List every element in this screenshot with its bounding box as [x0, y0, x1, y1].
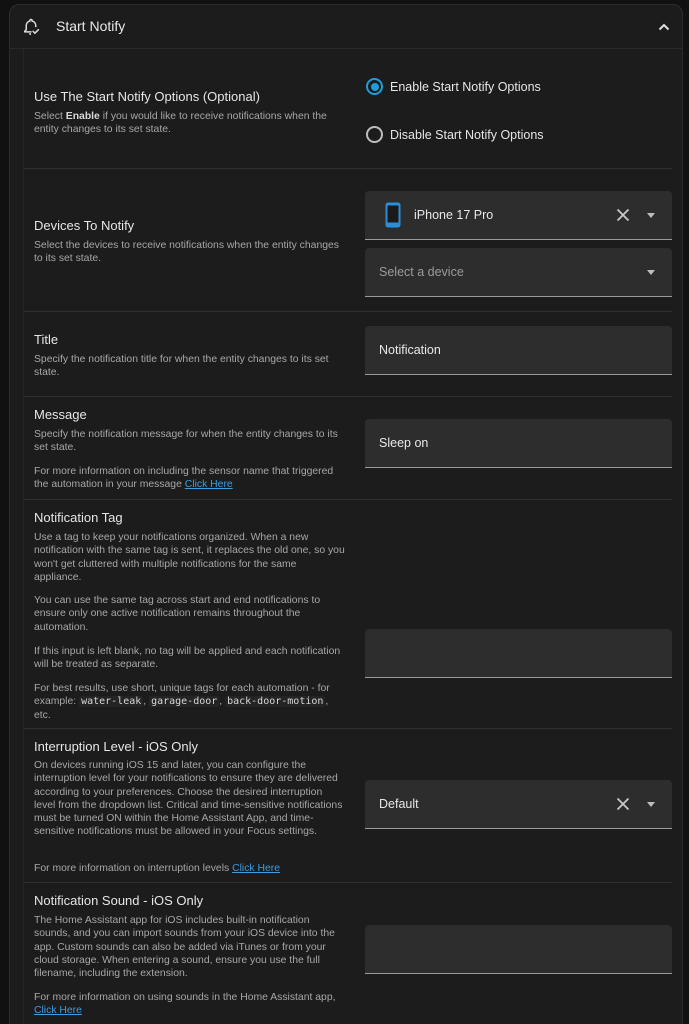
message-description: Specify the notification message for whe…	[34, 429, 338, 454]
section-header[interactable]: Start Notify	[10, 5, 682, 49]
tag-label: Notification Tag	[34, 510, 123, 525]
device-select-selected[interactable]: iPhone 17 Pro	[365, 191, 672, 240]
close-icon[interactable]	[616, 797, 630, 811]
section-title: Start Notify	[56, 18, 126, 34]
bell-check-icon	[24, 18, 40, 36]
title-input-value: Notification	[379, 343, 441, 357]
menu-down-icon[interactable]	[647, 270, 655, 275]
title-input[interactable]: Notification	[365, 326, 672, 375]
message-click-here-link[interactable]: Click Here	[185, 479, 233, 490]
interruption-label: Interruption Level - iOS Only	[34, 739, 199, 754]
chevron-up-icon[interactable]	[657, 20, 671, 34]
interruption-level-select[interactable]: Default	[365, 780, 672, 829]
tag-description-4: For best results, use short, unique tags…	[34, 683, 330, 721]
tag-description-3: If this input is left blank, no tag will…	[34, 646, 341, 671]
interruption-info: For more information on interruption lev…	[34, 863, 281, 874]
interruption-row: Interruption Level - iOS Only On devices…	[24, 729, 672, 883]
title-description: Specify the notification title for when …	[34, 354, 329, 379]
tag-row: Notification Tag Use a tag to keep your …	[24, 500, 672, 729]
section-content: Use The Start Notify Options (Optional) …	[23, 49, 672, 1024]
devices-row: Devices To Notify Select the devices to …	[24, 169, 672, 312]
title-row: Title Specify the notification title for…	[24, 312, 672, 397]
device-select-placeholder: Select a device	[379, 265, 464, 279]
devices-label: Devices To Notify	[34, 218, 135, 233]
start-notify-row: Use The Start Notify Options (Optional) …	[24, 49, 672, 169]
sound-row: Notification Sound - iOS Only The Home A…	[24, 883, 672, 1024]
interruption-description: On devices running iOS 15 and later, you…	[34, 760, 343, 838]
start-notify-description: Select Enable if you would like to recei…	[34, 111, 327, 136]
cellphone-icon	[385, 202, 401, 228]
sound-input[interactable]	[365, 925, 672, 974]
start-notify-label: Use The Start Notify Options (Optional)	[34, 89, 260, 104]
tag-input[interactable]	[365, 629, 672, 678]
interruption-level-value: Default	[379, 797, 419, 811]
message-input[interactable]: Sleep on	[365, 419, 672, 468]
radio-enable-start-notify[interactable]: Enable Start Notify Options	[366, 78, 541, 95]
sound-label: Notification Sound - iOS Only	[34, 893, 204, 908]
radio-unchecked-icon	[366, 126, 383, 143]
menu-down-icon[interactable]	[647, 802, 655, 807]
message-row: Message Specify the notification message…	[24, 397, 672, 500]
interruption-click-here-link[interactable]: Click Here	[232, 863, 280, 874]
device-select-empty[interactable]: Select a device	[365, 248, 672, 297]
sound-description: The Home Assistant app for iOS includes …	[34, 915, 335, 980]
selected-device-value: iPhone 17 Pro	[414, 208, 494, 222]
sound-click-here-link[interactable]: Click Here	[34, 1005, 82, 1016]
sound-info: For more information on using sounds in …	[34, 992, 336, 1017]
message-info: For more information on including the se…	[34, 466, 334, 491]
title-label: Title	[34, 332, 59, 347]
tag-description-1: Use a tag to keep your notifications org…	[34, 532, 345, 583]
radio-disable-start-notify[interactable]: Disable Start Notify Options	[366, 126, 544, 143]
menu-down-icon[interactable]	[647, 213, 655, 218]
message-label: Message	[34, 407, 87, 422]
start-notify-card: Start Notify Use The Start Notify Option…	[9, 4, 683, 1024]
tag-description-2: You can use the same tag across start an…	[34, 595, 321, 633]
message-input-value: Sleep on	[379, 436, 429, 450]
close-icon[interactable]	[616, 208, 630, 222]
devices-description: Select the devices to receive notificati…	[34, 240, 339, 265]
radio-checked-icon	[366, 78, 383, 95]
